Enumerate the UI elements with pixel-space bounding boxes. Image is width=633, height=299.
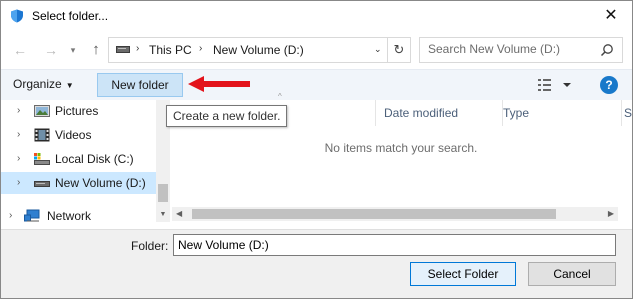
view-options-icon[interactable]	[536, 77, 576, 93]
organize-label: Organize	[13, 77, 62, 91]
forward-button[interactable]: →	[41, 40, 61, 60]
title-bar: Select folder... ✕	[1, 1, 632, 31]
column-header-date-modified[interactable]: Date modified	[376, 100, 503, 126]
folder-label: Folder:	[131, 239, 169, 253]
scroll-left-button[interactable]: ◀	[176, 207, 182, 221]
column-header-size[interactable]: Si	[624, 100, 632, 126]
close-button[interactable]: ✕	[590, 1, 632, 31]
tree-item-pictures[interactable]: › Pictures	[1, 100, 156, 122]
new-folder-tooltip: Create a new folder.	[166, 105, 288, 127]
tree-item-network[interactable]: › Network	[1, 205, 156, 227]
tree-item-label: Local Disk (C:)	[55, 152, 134, 166]
annotation-arrow-icon	[188, 76, 250, 92]
scroll-right-button[interactable]: ▶	[608, 207, 614, 221]
recent-locations-button[interactable]: ▾	[63, 40, 83, 60]
search-input[interactable]	[428, 38, 593, 60]
scroll-down-button[interactable]: ▼	[156, 208, 170, 222]
tree-item-local-disk[interactable]: › Local Disk (C:)	[1, 148, 156, 170]
chevron-right-icon[interactable]: ›	[17, 172, 20, 194]
search-icon[interactable]	[600, 43, 614, 57]
command-bar: Organize ▼ New folder ?	[1, 69, 632, 100]
dialog-footer: Folder: Select Folder Cancel	[1, 229, 632, 298]
back-button[interactable]: ←	[10, 40, 30, 60]
scrollbar-thumb[interactable]	[192, 209, 556, 219]
breadcrumb-new-volume[interactable]: New Volume (D:)	[213, 43, 304, 57]
drive-icon	[34, 181, 50, 187]
column-header-type[interactable]: Type	[503, 100, 622, 126]
videos-icon	[34, 128, 50, 142]
empty-message: No items match your search.	[324, 141, 478, 155]
new-folder-button[interactable]: New folder	[97, 73, 183, 97]
breadcrumb-separator[interactable]: ›	[199, 43, 202, 54]
refresh-button[interactable]: ↻	[387, 38, 410, 62]
folder-name-field[interactable]	[173, 234, 616, 256]
tree-item-videos[interactable]: › Videos	[1, 124, 156, 146]
navigation-pane: › Pictures › Videos › Local Disk (C:) › …	[1, 100, 170, 228]
local-disk-icon	[34, 153, 50, 165]
up-button[interactable]: ↑	[86, 40, 106, 60]
tree-item-label: New Volume (D:)	[55, 176, 146, 190]
scrollbar-thumb[interactable]	[158, 184, 168, 202]
organize-button[interactable]: Organize ▼	[13, 77, 74, 91]
shield-icon	[11, 9, 23, 23]
chevron-right-icon[interactable]: ›	[9, 205, 12, 227]
breadcrumb-separator: ›	[136, 43, 140, 54]
sort-indicator-icon: ^	[278, 92, 282, 101]
chevron-right-icon[interactable]: ›	[17, 124, 20, 146]
window-title: Select folder...	[32, 9, 109, 23]
chevron-right-icon[interactable]: ›	[17, 148, 20, 170]
breadcrumb-this-pc[interactable]: This PC	[149, 43, 192, 57]
cancel-button[interactable]: Cancel	[528, 262, 616, 286]
help-button[interactable]: ?	[600, 76, 618, 94]
search-box[interactable]	[419, 37, 623, 63]
select-folder-dialog: Select folder... ✕ ← → ▾ ↑ › This PC › N…	[0, 0, 633, 299]
chevron-down-icon: ▼	[65, 81, 74, 90]
network-icon	[24, 209, 40, 222]
horizontal-scrollbar[interactable]: ◀ ▶	[172, 207, 618, 221]
address-bar[interactable]: › This PC › New Volume (D:) ⌄ ↻	[108, 37, 411, 63]
tree-item-label: Videos	[55, 128, 92, 142]
pictures-icon	[34, 105, 50, 117]
tree-item-new-volume[interactable]: › New Volume (D:)	[1, 172, 156, 194]
navigation-bar: ← → ▾ ↑ › This PC › New Volume (D:) ⌄ ↻	[1, 31, 632, 69]
select-folder-button[interactable]: Select Folder	[410, 262, 516, 286]
drive-icon	[116, 46, 130, 53]
tree-item-label: Network	[47, 209, 92, 223]
chevron-right-icon[interactable]: ›	[17, 100, 20, 122]
tree-item-label: Pictures	[55, 104, 99, 118]
address-dropdown-button[interactable]: ⌄	[374, 44, 382, 55]
